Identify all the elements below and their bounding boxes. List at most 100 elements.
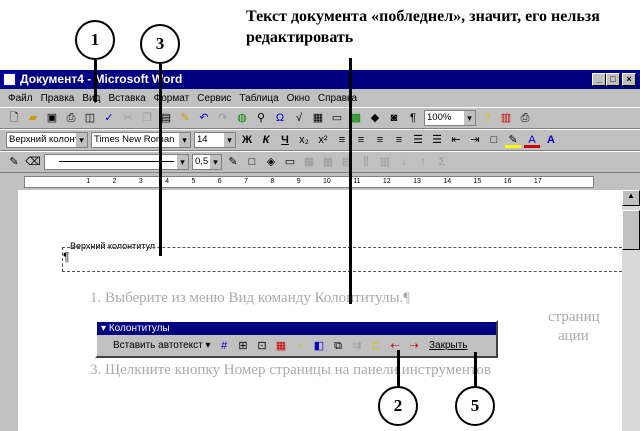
close-header-footer-button[interactable]: Закрыть xyxy=(429,340,468,351)
hyperlink-icon[interactable]: ◍ xyxy=(234,110,250,126)
help-icon[interactable]: ? xyxy=(479,110,495,126)
format-painter-icon[interactable]: ✎ xyxy=(177,110,193,126)
outside-border-icon[interactable]: □ xyxy=(244,154,260,170)
align-center-icon[interactable]: ≡ xyxy=(353,132,369,148)
books-icon[interactable]: ▥ xyxy=(498,110,514,126)
ruler-tick: 2 xyxy=(112,178,117,185)
doc-line-2-tail: страниц xyxy=(548,309,600,325)
border-color-icon[interactable]: ✎ xyxy=(225,154,241,170)
find-icon[interactable]: ⚲ xyxy=(253,110,269,126)
bullets-icon[interactable]: ☰ xyxy=(429,132,445,148)
callout-3: 3 xyxy=(140,24,180,64)
ruler-tick: 1 xyxy=(86,178,91,185)
close-button[interactable]: × xyxy=(622,73,636,86)
document-page[interactable]: Верхний колонтитул ¶ 1. Выберите из меню… xyxy=(18,190,622,431)
drawing-icon[interactable]: ◆ xyxy=(367,110,383,126)
ruler-tick: 13 xyxy=(413,178,421,185)
sort-desc-icon[interactable]: ↑ xyxy=(415,154,431,170)
window-title: Документ4 - Microsoft Word xyxy=(20,72,183,86)
open-icon[interactable]: ▰ xyxy=(25,110,41,126)
ruler-tick: 12 xyxy=(382,178,391,185)
shading-icon[interactable]: ◈ xyxy=(263,154,279,170)
style-select[interactable]: Верхний колонт xyxy=(6,132,88,148)
page-count-icon[interactable]: ⊞ xyxy=(235,338,251,354)
page-number-icon[interactable]: # xyxy=(216,338,232,354)
pencil-icon[interactable]: ✎ xyxy=(6,154,22,170)
same-as-previous-icon[interactable]: ⇉ xyxy=(349,338,365,354)
italic-button[interactable]: К xyxy=(258,132,274,148)
autosum-icon[interactable]: Σ xyxy=(434,154,450,170)
minimize-button[interactable]: _ xyxy=(592,73,606,86)
menu-insert[interactable]: Вставка xyxy=(108,90,145,107)
page-setup-icon[interactable]: ◧ xyxy=(311,338,327,354)
spelling-icon[interactable]: ✓ xyxy=(101,110,117,126)
numbering-icon[interactable]: ☰ xyxy=(410,132,426,148)
header-area[interactable]: ¶ xyxy=(62,247,622,272)
size-select[interactable]: 14 xyxy=(194,132,236,148)
show-hide-text-icon[interactable]: ⧉ xyxy=(330,338,346,354)
format-page-number-icon[interactable]: ⊡ xyxy=(254,338,270,354)
print-icon[interactable]: ⎙ xyxy=(63,110,79,126)
font-select[interactable]: Times New Roman xyxy=(91,132,191,148)
font-color-icon[interactable]: A xyxy=(524,132,540,148)
superscript-icon[interactable]: x² xyxy=(315,132,331,148)
shadow-a-icon[interactable]: A xyxy=(543,132,559,148)
new-icon[interactable]: 🗋 xyxy=(6,110,22,126)
eraser-icon[interactable]: ⌫ xyxy=(25,154,41,170)
insert-autotext-button[interactable]: Вставить автотекст ▾ xyxy=(113,340,213,351)
vertical-ruler[interactable] xyxy=(0,190,18,431)
justify-icon[interactable]: ≡ xyxy=(391,132,407,148)
show-next-icon[interactable]: ⇢ xyxy=(406,338,422,354)
menu-table[interactable]: Таблица xyxy=(239,90,278,107)
date-icon[interactable]: ▦ xyxy=(273,338,289,354)
distribute-icon[interactable]: ⫼ xyxy=(358,154,374,170)
time-icon[interactable]: ◔ xyxy=(292,338,308,354)
insert-table-icon[interactable]: ▭ xyxy=(282,154,298,170)
outdent-icon[interactable]: ⇤ xyxy=(448,132,464,148)
align-left-icon[interactable]: ≡ xyxy=(334,132,350,148)
cut-icon[interactable]: ✂ xyxy=(120,110,136,126)
menu-tools[interactable]: Сервис xyxy=(197,90,231,107)
redo-icon[interactable]: ↷ xyxy=(215,110,231,126)
ruler-tick: 6 xyxy=(217,178,222,185)
subscript-icon[interactable]: x₂ xyxy=(296,132,312,148)
header-footer-icon[interactable]: ▦ xyxy=(310,110,326,126)
menu-file[interactable]: Файл xyxy=(8,90,33,107)
save-icon[interactable]: ▣ xyxy=(44,110,60,126)
sort-asc-icon[interactable]: ↓ xyxy=(396,154,412,170)
align-icon[interactable]: ▤ xyxy=(339,154,355,170)
line-width-select[interactable]: 0,5 xyxy=(192,154,222,170)
menu-view[interactable]: Вид xyxy=(82,90,100,107)
formula-icon[interactable]: √ xyxy=(291,110,307,126)
undo-icon[interactable]: ↶ xyxy=(196,110,212,126)
printer-icon[interactable]: ⎙ xyxy=(517,110,533,126)
autoformat-icon[interactable]: ▥ xyxy=(377,154,393,170)
indent-icon[interactable]: ⇥ xyxy=(467,132,483,148)
zoom-select[interactable]: 100% xyxy=(424,110,476,126)
highlight-icon[interactable]: ✎ xyxy=(505,132,521,148)
table-icon[interactable]: ▭ xyxy=(329,110,345,126)
menu-edit[interactable]: Правка xyxy=(41,90,75,107)
docmap-icon[interactable]: ◙ xyxy=(386,110,402,126)
vertical-scrollbar[interactable]: ▲ xyxy=(622,190,640,431)
horizontal-ruler[interactable]: 1 2 3 4 5 6 7 8 9 10 11 12 13 14 15 16 17 xyxy=(0,174,640,190)
preview-icon[interactable]: ◫ xyxy=(82,110,98,126)
bold-button[interactable]: Ж xyxy=(239,132,255,148)
symbol-icon[interactable]: Ω xyxy=(272,110,288,126)
menu-window[interactable]: Окно xyxy=(287,90,310,107)
split-icon[interactable]: ▦ xyxy=(320,154,336,170)
ruler-tick: 15 xyxy=(473,178,482,185)
border-icon[interactable]: □ xyxy=(486,132,502,148)
align-right-icon[interactable]: ≡ xyxy=(372,132,388,148)
merge-icon[interactable]: ▦ xyxy=(301,154,317,170)
switch-header-footer-icon[interactable]: ⊏ xyxy=(368,338,384,354)
hf-toolbar-title[interactable]: ▾ Колонтитулы xyxy=(97,322,496,335)
maximize-button[interactable]: □ xyxy=(606,73,620,86)
copy-icon[interactable]: ❐ xyxy=(139,110,155,126)
underline-button[interactable]: Ч xyxy=(277,132,293,148)
show-previous-icon[interactable]: ⇠ xyxy=(387,338,403,354)
scroll-up-icon[interactable]: ▲ xyxy=(622,190,640,206)
line-style-select[interactable] xyxy=(44,154,189,170)
scroll-thumb[interactable] xyxy=(622,210,640,250)
show-marks-icon[interactable]: ¶ xyxy=(405,110,421,126)
